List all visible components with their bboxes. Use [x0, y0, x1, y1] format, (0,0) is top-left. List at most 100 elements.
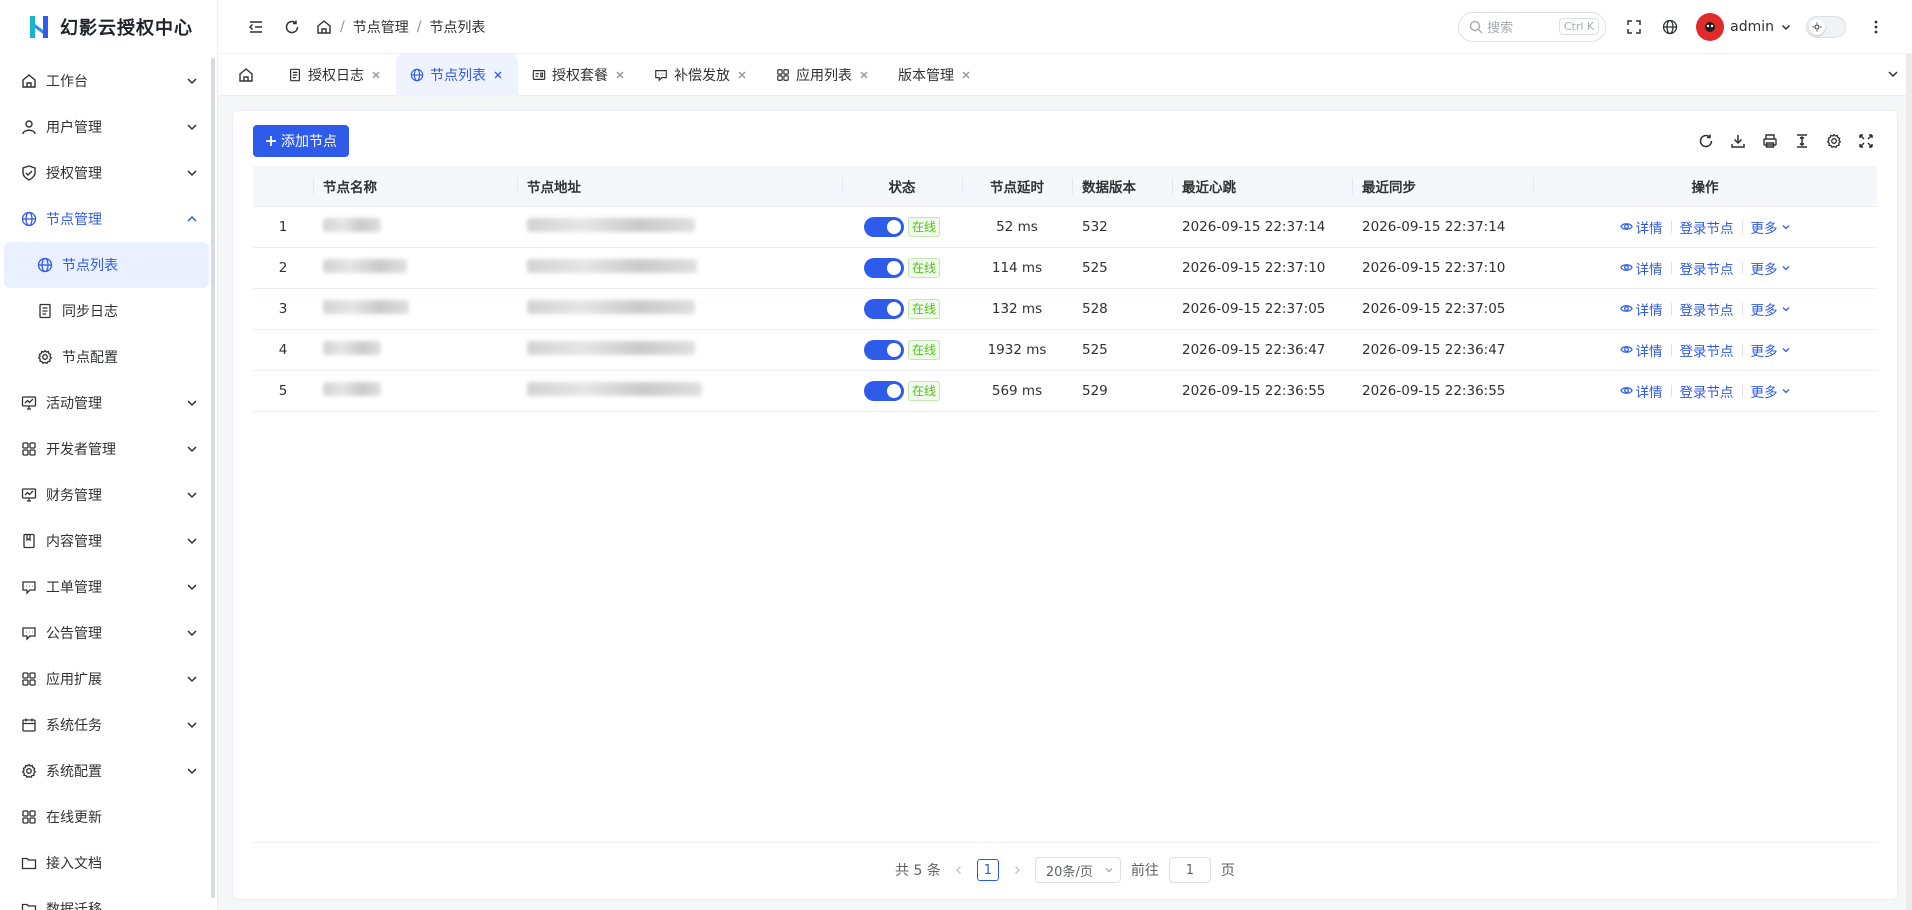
chevron-down-icon: [185, 396, 199, 410]
refresh-icon[interactable]: [1695, 130, 1717, 152]
close-icon[interactable]: [370, 69, 382, 81]
login-node-link[interactable]: 登录节点: [1680, 340, 1734, 360]
sidebar-item-sync-log[interactable]: 同步日志: [4, 288, 209, 334]
login-node-link[interactable]: 登录节点: [1680, 258, 1734, 278]
status-switch[interactable]: [863, 257, 904, 278]
sidebar-item-nodes[interactable]: 节点管理: [4, 196, 209, 242]
column-height-icon[interactable]: [1791, 130, 1813, 152]
eye-icon: [1619, 220, 1633, 233]
search-shortcut: Ctrl K: [1558, 18, 1600, 35]
login-node-link[interactable]: 登录节点: [1680, 217, 1734, 237]
pagination-page[interactable]: 1: [976, 859, 999, 881]
node-name-redacted: [313, 247, 517, 289]
home-icon[interactable]: [316, 19, 332, 35]
tab-label: 版本管理: [898, 67, 954, 84]
column-header-latency: 节点延时: [962, 166, 1072, 207]
fullscreen-icon[interactable]: [1616, 9, 1652, 45]
theme-toggle[interactable]: [1806, 15, 1846, 38]
collapse-menu-icon[interactable]: [238, 9, 274, 45]
actions-cell: 详情 登录节点 更多: [1533, 370, 1877, 412]
sidebar-item-auth[interactable]: 授权管理: [4, 150, 209, 196]
tab-version-management[interactable]: 版本管理: [884, 54, 986, 96]
row-index: 1: [253, 206, 313, 248]
breadcrumb-item[interactable]: 节点管理: [353, 17, 409, 37]
user-menu[interactable]: admin: [1696, 12, 1792, 41]
node-address-redacted: [517, 247, 842, 289]
sidebar-item-extensions[interactable]: 应用扩展: [4, 656, 209, 702]
chevron-down-icon: [1781, 222, 1791, 232]
tab-label: 授权日志: [308, 67, 364, 84]
refresh-icon[interactable]: [274, 9, 310, 45]
detail-link[interactable]: 详情: [1619, 340, 1663, 360]
sidebar-item-developers[interactable]: 开发者管理: [4, 426, 209, 472]
sidebar-item-node-list[interactable]: 节点列表: [4, 242, 209, 288]
actions-cell: 详情 登录节点 更多: [1533, 247, 1877, 289]
more-dropdown[interactable]: 更多: [1751, 340, 1791, 360]
status-badge: 在线: [907, 380, 940, 401]
download-icon[interactable]: [1727, 130, 1749, 152]
tab-home[interactable]: [218, 54, 274, 96]
gear-icon[interactable]: [1823, 130, 1845, 152]
close-icon[interactable]: [614, 69, 626, 81]
sidebar-item-users[interactable]: 用户管理: [4, 104, 209, 150]
more-vertical-icon[interactable]: [1858, 9, 1894, 45]
close-icon[interactable]: [858, 69, 870, 81]
goto-page-input[interactable]: 1: [1168, 857, 1211, 883]
sidebar-item-online-update[interactable]: 在线更新: [4, 794, 209, 840]
language-icon[interactable]: [1652, 9, 1688, 45]
more-dropdown[interactable]: 更多: [1751, 299, 1791, 319]
detail-label: 详情: [1635, 220, 1663, 237]
tab-auth-packages[interactable]: 授权套餐: [518, 54, 640, 96]
detail-link[interactable]: 详情: [1619, 299, 1663, 319]
search-input[interactable]: 搜索 Ctrl K: [1458, 11, 1607, 42]
tabs-dropdown-chevron-icon[interactable]: [1886, 67, 1900, 81]
detail-link[interactable]: 详情: [1619, 217, 1663, 237]
tab-auth-log[interactable]: 授权日志: [274, 54, 396, 96]
detail-link[interactable]: 详情: [1619, 258, 1663, 278]
sidebar-item-label: 节点配置: [62, 350, 118, 366]
sidebar-item-workbench[interactable]: 工作台: [4, 58, 209, 104]
status-switch[interactable]: [863, 380, 904, 401]
page-scrollbar[interactable]: [1906, 54, 1912, 910]
table-header-row: 节点名称 节点地址 状态 节点延时 数据版本 最近心跳 最近同步 操作: [253, 166, 1877, 207]
sidebar-item-docs[interactable]: 接入文档: [4, 840, 209, 886]
detail-link[interactable]: 详情: [1619, 381, 1663, 401]
more-dropdown[interactable]: 更多: [1751, 258, 1791, 278]
add-node-button[interactable]: 添加节点: [253, 125, 349, 157]
print-icon[interactable]: [1759, 130, 1781, 152]
close-icon[interactable]: [492, 69, 504, 81]
sidebar-item-node-config[interactable]: 节点配置: [4, 334, 209, 380]
sidebar-item-migration[interactable]: 数据迁移: [4, 886, 209, 910]
tab-compensation[interactable]: 补偿发放: [640, 54, 762, 96]
status-switch[interactable]: [863, 339, 904, 360]
close-icon[interactable]: [736, 69, 748, 81]
login-node-link[interactable]: 登录节点: [1680, 299, 1734, 319]
grid-icon: [20, 440, 38, 458]
topbar: / 节点管理 / 节点列表 搜索 Ctrl K admin: [218, 0, 1912, 54]
sidebar-item-tickets[interactable]: 工单管理: [4, 564, 209, 610]
tab-app-list[interactable]: 应用列表: [762, 54, 884, 96]
page-size-select[interactable]: 20条/页: [1034, 857, 1121, 883]
sidebar-item-system-config[interactable]: 系统配置: [4, 748, 209, 794]
more-dropdown[interactable]: 更多: [1751, 381, 1791, 401]
sidebar-item-content[interactable]: 内容管理: [4, 518, 209, 564]
sidebar-scrollbar[interactable]: [211, 58, 215, 898]
sidebar-item-system-tasks[interactable]: 系统任务: [4, 702, 209, 748]
chevron-left-icon[interactable]: [951, 862, 967, 878]
close-icon[interactable]: [960, 69, 972, 81]
sidebar-item-label: 工作台: [46, 74, 88, 90]
table-row: 2 在线 114 ms 525 2026-09-15 22:37:10 2026…: [253, 247, 1877, 289]
tab-node-list[interactable]: 节点列表: [396, 53, 518, 96]
sidebar-item-label: 内容管理: [46, 534, 102, 550]
logo[interactable]: 幻影云授权中心: [0, 0, 217, 54]
node-name-redacted: [313, 206, 517, 248]
status-switch[interactable]: [863, 216, 904, 237]
sidebar-item-notices[interactable]: 公告管理: [4, 610, 209, 656]
sidebar-item-activity[interactable]: 活动管理: [4, 380, 209, 426]
more-dropdown[interactable]: 更多: [1751, 217, 1791, 237]
fullscreen-icon[interactable]: [1855, 130, 1877, 152]
status-switch[interactable]: [863, 298, 904, 319]
sidebar-item-finance[interactable]: 财务管理: [4, 472, 209, 518]
chevron-right-icon[interactable]: [1009, 862, 1025, 878]
login-node-link[interactable]: 登录节点: [1680, 381, 1734, 401]
